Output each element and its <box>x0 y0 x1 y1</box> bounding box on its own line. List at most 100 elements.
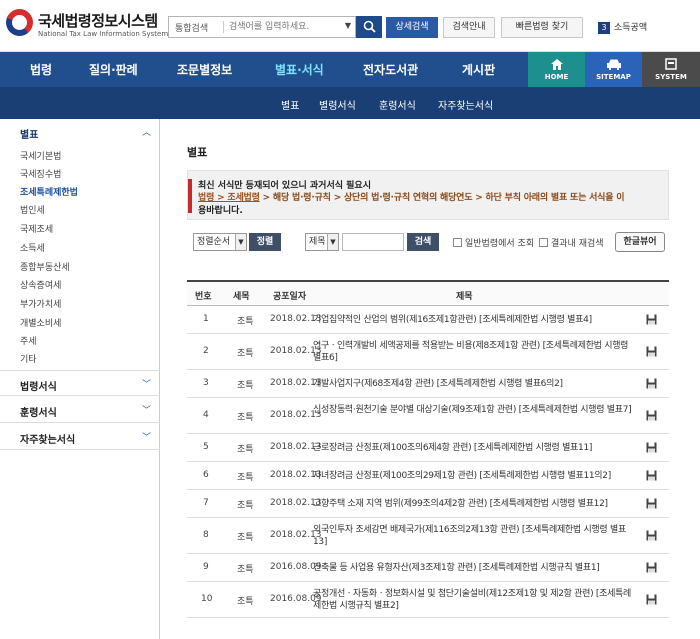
quick-home-label: HOME <box>544 73 569 81</box>
sidebar-item-basic-tax[interactable]: 국세기본법 <box>20 149 61 162</box>
notice-path-text: > 해당 법·령·규칙 > 상단의 법·령·규칙 연혁의 해당연도 > 하단 부… <box>259 193 625 203</box>
floppy-disk-icon[interactable] <box>646 530 657 541</box>
floppy-disk-icon[interactable] <box>646 314 657 325</box>
sidebar-item-collection[interactable]: 국세징수법 <box>20 167 61 180</box>
within-results-checkbox[interactable]: 결과내 재검색 <box>539 236 604 249</box>
row-title-link[interactable]: 개발사업지구(제68조제4항 관련) [조세특례제한법 시행령 별표6의2] <box>313 378 638 390</box>
quick-system-label: SYSTEM <box>655 73 687 81</box>
table-row[interactable]: 10 조특 2016.08.09 공정개선ㆍ자동화ㆍ정보화시설 및 첨단기술설비(제1… <box>187 582 669 618</box>
subnav-directive-forms[interactable]: 훈령서식 <box>379 97 416 112</box>
nav-rulings[interactable]: 질의·판례 <box>89 61 138 78</box>
table-row[interactable]: 8 조특 2018.02.13 외국인투자 조세감면 배제국가(제116조의2제13항… <box>187 518 669 554</box>
sidebar-section-frequent-forms[interactable]: 자주찾는서식 ﹀ <box>0 424 160 450</box>
notice-law-link[interactable]: 법령 > 조세법령 <box>198 193 260 203</box>
floppy-disk-icon[interactable] <box>646 470 657 481</box>
floppy-disk-icon[interactable] <box>646 562 657 573</box>
quick-law-button[interactable]: 빠른법령 찾기 <box>501 17 583 38</box>
row-number: 7 <box>203 498 209 508</box>
search-scope-select[interactable]: 통합검색 <box>175 21 208 34</box>
row-title-link[interactable]: 신성장동력·원천기술 분야별 대상기술(제9조제1항 관련) [조세특례제한법 … <box>313 404 638 416</box>
sidebar-section-appendix[interactable]: 별표 ︿ <box>0 119 160 145</box>
field-select[interactable]: 제목 ▼ <box>305 233 339 251</box>
table-row[interactable]: 4 조특 2018.02.13 신성장동력·원천기술 분야별 대상기술(제9조제1항 … <box>187 398 669 434</box>
floppy-disk-icon[interactable] <box>646 410 657 421</box>
sidebar-item-corporate-tax[interactable]: 법인세 <box>20 203 45 216</box>
row-title-link[interactable]: 건축물 등 사업용 유형자산(제3조제1항 관련) [조세특례제한법 시행규칙 … <box>313 562 638 574</box>
row-category: 조특 <box>237 565 254 575</box>
row-category: 조특 <box>237 533 254 543</box>
floppy-disk-icon[interactable] <box>646 378 657 389</box>
sidebar-item-property-tax[interactable]: 종합부동산세 <box>20 260 70 273</box>
table-row[interactable]: 5 조특 2018.02.13 근로장려금 산정표(제100조의6제4항 관련) [조… <box>187 434 669 462</box>
search-input[interactable] <box>229 18 339 36</box>
sidebar-item-excise-tax[interactable]: 개별소비세 <box>20 316 61 329</box>
nav-forms[interactable]: 별표·서식 <box>275 61 324 78</box>
sidebar-section-label: 훈령서식 <box>20 408 57 419</box>
keyword-input[interactable] <box>342 233 404 251</box>
car-icon <box>606 59 621 70</box>
sidebar-item-income-tax[interactable]: 소득세 <box>20 241 45 254</box>
nav-board[interactable]: 게시판 <box>462 61 495 78</box>
site-logo[interactable]: 국세법령정보시스템 National Tax Law Information S… <box>6 9 169 43</box>
row-title-link[interactable]: 근로장려금 산정표(제100조의6제4항 관련) [조세특례제한법 시행령 별표… <box>313 442 638 454</box>
row-number: 3 <box>203 378 209 388</box>
sidebar-item-special-tax[interactable]: 조세특례제한법 <box>20 185 78 198</box>
header-date: 공포일자 <box>273 292 307 302</box>
row-title-link[interactable]: 연구ㆍ인력개발비 세액공제를 적용받는 비용(제8조제1항 관련) [조세특례제… <box>313 340 638 364</box>
table-row[interactable]: 7 조특 2018.02.13 고향주택 소재 지역 범위(제99조의4제2항 관련)… <box>187 490 669 518</box>
row-title-link[interactable]: 자녀장려금 산정표(제100조의29제1항 관련) [조세특례제한법 시행령 별… <box>313 470 638 482</box>
sidebar-section-label: 별표 <box>20 130 39 141</box>
user-count-badge: 3 <box>598 22 610 34</box>
row-category: 조특 <box>237 413 254 423</box>
detail-search-button[interactable]: 상세검색 <box>386 17 438 38</box>
logo-english-text: National Tax Law Information System <box>38 30 169 38</box>
sort-order-select[interactable]: 정렬순서 ▼ <box>193 233 247 251</box>
general-law-checkbox[interactable]: 일반법령에서 조회 <box>453 236 534 249</box>
chevron-down-icon: ﹀ <box>142 433 152 443</box>
sidebar-item-liquor-tax[interactable]: 주세 <box>20 334 37 347</box>
nav-law[interactable]: 법령 <box>30 61 52 78</box>
monitor-icon <box>665 58 677 70</box>
sort-button[interactable]: 정렬 <box>249 233 281 251</box>
floppy-disk-icon[interactable] <box>646 442 657 453</box>
site-header: 국세법령정보시스템 National Tax Law Information S… <box>0 0 700 52</box>
user-label: 소득공액 <box>614 23 648 33</box>
subnav-frequent-forms[interactable]: 자주찾는서식 <box>438 97 493 112</box>
table-row[interactable]: 2 조특 2018.02.13 연구ㆍ인력개발비 세액공제를 적용받는 비용(제8조제… <box>187 334 669 370</box>
sidebar-section-directive-forms[interactable]: 훈령서식 ﹀ <box>0 397 160 423</box>
search-button[interactable] <box>356 16 382 38</box>
nav-e-library[interactable]: 전자도서관 <box>363 61 418 78</box>
row-title-link[interactable]: 공정개선ㆍ자동화ㆍ정보화시설 및 첨단기술설비(제12조제1항 및 제2항 관련… <box>313 588 638 612</box>
row-title-link[interactable]: 외국인투자 조세감면 배제국가(제116조의2제13항 관련) [조세특례제한법… <box>313 524 638 548</box>
floppy-disk-icon[interactable] <box>646 594 657 605</box>
row-title-link[interactable]: 고향주택 소재 지역 범위(제99조의4제2항 관련) [조세특례제한법 시행령… <box>313 498 638 510</box>
row-title-link[interactable]: 기업집약적인 산업의 범위(제16조제1항관련) [조세특례제한법 시행령 별표… <box>313 314 638 326</box>
table-row[interactable]: 9 조특 2016.08.09 건축물 등 사업용 유형자산(제3조제1항 관련) [… <box>187 554 669 582</box>
search-guide-button[interactable]: 검색안내 <box>443 17 495 38</box>
user-area[interactable]: 3 소득공액 <box>598 20 647 34</box>
table-row[interactable]: 6 조특 2018.02.13 자녀장려금 산정표(제100조의29제1항 관련) [… <box>187 462 669 490</box>
page-title: 별표 <box>187 146 208 159</box>
sidebar-item-inheritance-tax[interactable]: 상속증여세 <box>20 278 61 291</box>
search-submit-button[interactable]: 검색 <box>407 233 439 251</box>
table-body: 1 조특 2018.02.13 기업집약적인 산업의 범위(제16조제1항관련) [조… <box>187 306 669 618</box>
quick-system-button[interactable]: SYSTEM <box>642 52 700 87</box>
row-number: 5 <box>203 442 209 452</box>
sidebar-section-law-forms[interactable]: 법령서식 ﹀ <box>0 370 160 396</box>
sidebar-item-vat[interactable]: 부가가치세 <box>20 297 61 310</box>
quick-sitemap-button[interactable]: SITEMAP <box>585 52 642 87</box>
subnav-law-forms[interactable]: 별령서식 <box>319 97 356 112</box>
checkbox-icon <box>539 238 548 247</box>
table-row[interactable]: 1 조특 2018.02.13 기업집약적인 산업의 범위(제16조제1항관련) [조… <box>187 306 669 334</box>
quick-sitemap-label: SITEMAP <box>596 73 631 81</box>
floppy-disk-icon[interactable] <box>646 498 657 509</box>
quick-home-button[interactable]: HOME <box>528 52 585 87</box>
table-row[interactable]: 3 조특 2018.02.13 개발사업지구(제68조제4항 관련) [조세특례제한법… <box>187 370 669 398</box>
sidebar-item-intl-tax[interactable]: 국제조세 <box>20 222 53 235</box>
hangul-viewer-button[interactable]: 한글뷰어 <box>615 232 665 252</box>
floppy-disk-icon[interactable] <box>646 346 657 357</box>
nav-article-info[interactable]: 조문별정보 <box>177 61 232 78</box>
subnav-appendix[interactable]: 별표 <box>281 97 299 112</box>
chevron-down-icon[interactable]: ▼ <box>345 21 351 30</box>
sidebar-item-etc[interactable]: 기타 <box>20 352 37 365</box>
